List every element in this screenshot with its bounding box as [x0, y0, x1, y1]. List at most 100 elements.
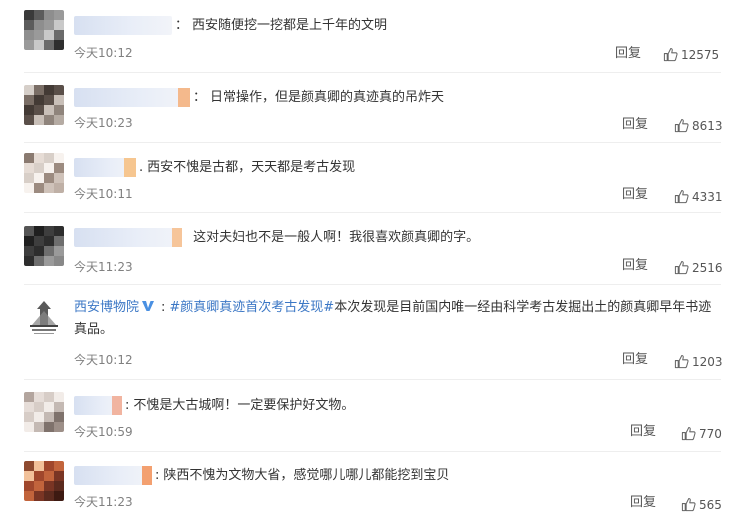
- reply-button[interactable]: 回复: [630, 424, 656, 440]
- avatar-pixel: [24, 40, 34, 50]
- like-count: 565: [699, 498, 722, 512]
- avatar-pixel: [54, 481, 64, 491]
- reply-button[interactable]: 回复: [630, 495, 656, 511]
- like-count: 770: [699, 427, 722, 441]
- avatar[interactable]: [24, 392, 64, 432]
- comment-time: 今天10:11: [74, 187, 133, 201]
- avatar-pixel: [24, 226, 34, 236]
- comment-text: 这对夫妇也不是一般人啊！我很喜欢颜真卿的字。: [193, 230, 480, 245]
- reply-button[interactable]: 回复: [615, 46, 641, 62]
- avatar-pixel: [44, 412, 54, 422]
- avatar-pixel: [24, 163, 34, 173]
- avatar-pixel: [54, 412, 64, 422]
- avatar-pixel: [24, 481, 34, 491]
- avatar-pixel: [54, 392, 64, 402]
- avatar-pixel: [54, 173, 64, 183]
- avatar-pixel: [34, 115, 44, 125]
- comment-time: 今天10:12: [74, 353, 133, 367]
- avatar-pixel: [44, 236, 54, 246]
- avatar[interactable]: [24, 10, 64, 50]
- avatar-pixel: [24, 95, 34, 105]
- avatar-pixel: [44, 471, 54, 481]
- avatar-pixel: [54, 95, 64, 105]
- avatar[interactable]: [24, 85, 64, 125]
- masked-username[interactable]: [74, 16, 172, 35]
- avatar-pixel: [24, 236, 34, 246]
- avatar-pixel: [54, 153, 64, 163]
- like-count: 1203: [692, 355, 723, 369]
- masked-username[interactable]: [74, 396, 122, 415]
- avatar-pixel: [44, 115, 54, 125]
- like-button[interactable]: 565: [681, 497, 722, 513]
- avatar[interactable]: [24, 153, 64, 193]
- avatar[interactable]: [24, 226, 64, 266]
- avatar-pixel: [54, 20, 64, 30]
- like-button[interactable]: 4331: [674, 189, 723, 205]
- topic-hashtag-link[interactable]: #颜真卿真迹首次考古发现#: [169, 300, 334, 315]
- comment-time: 今天10:12: [74, 46, 133, 60]
- avatar-pixel: [34, 153, 44, 163]
- masked-username[interactable]: [74, 466, 152, 485]
- avatar-pixel: [44, 30, 54, 40]
- avatar-pixel: [44, 183, 54, 193]
- avatar-pixel: [54, 163, 64, 173]
- avatar-pixel: [54, 85, 64, 95]
- username-link[interactable]: 西安博物院: [74, 300, 139, 315]
- avatar-pixel: [54, 491, 64, 501]
- comment-time: 今天10:23: [74, 116, 133, 130]
- like-button[interactable]: 1203: [674, 354, 723, 370]
- masked-username[interactable]: [74, 88, 190, 107]
- comment-item: ：日常操作，但是颜真卿的真迹真的吊炸天 今天10:23 回复 8613: [0, 73, 735, 143]
- like-button[interactable]: 2516: [674, 260, 723, 276]
- avatar-pixel: [24, 491, 34, 501]
- avatar-pixel: [54, 30, 64, 40]
- museum-logo-avatar[interactable]: [24, 297, 64, 337]
- avatar-pixel: [44, 20, 54, 30]
- masked-username[interactable]: [74, 228, 182, 247]
- comment-time: 今天11:23: [74, 260, 133, 274]
- avatar-pixel: [54, 40, 64, 50]
- avatar-pixel: [54, 236, 64, 246]
- thumbs-up-icon: [663, 47, 678, 62]
- masked-username[interactable]: [74, 158, 136, 177]
- avatar-pixel: [34, 173, 44, 183]
- comment-item: 这对夫妇也不是一般人啊！我很喜欢颜真卿的字。 今天11:23 回复 2516: [0, 213, 735, 285]
- like-count: 8613: [692, 119, 723, 133]
- avatar-pixel: [34, 105, 44, 115]
- comment-time: 今天10:59: [74, 425, 133, 439]
- avatar-pixel: [54, 183, 64, 193]
- comment-time: 今天11:23: [74, 495, 133, 509]
- avatar-pixel: [34, 471, 44, 481]
- comment-item: : 陕西不愧为文物大省，感觉哪儿哪儿都能挖到宝贝 今天11:23 回复 565: [0, 452, 735, 526]
- avatar-pixel: [34, 10, 44, 20]
- thumbs-up-icon: [681, 426, 696, 441]
- reply-button[interactable]: 回复: [622, 258, 648, 274]
- avatar[interactable]: [24, 461, 64, 501]
- comment-text: 日常操作，但是颜真卿的真迹真的吊炸天: [210, 90, 445, 105]
- avatar-pixel: [24, 412, 34, 422]
- avatar-pixel: [24, 115, 34, 125]
- avatar-pixel: [44, 173, 54, 183]
- like-button[interactable]: 770: [681, 426, 722, 442]
- avatar-pixel: [34, 226, 44, 236]
- comment-feed: ：西安随便挖一挖都是上千年的文明 今天10:12 回复 12575 ：日常操作，…: [0, 0, 735, 526]
- avatar-pixel: [44, 256, 54, 266]
- avatar-pixel: [24, 471, 34, 481]
- museum-building-icon: [30, 301, 58, 334]
- reply-button[interactable]: 回复: [622, 187, 648, 203]
- avatar-pixel: [24, 246, 34, 256]
- like-button[interactable]: 12575: [663, 47, 719, 63]
- avatar-pixel: [24, 30, 34, 40]
- avatar-pixel: [24, 105, 34, 115]
- avatar-pixel: [44, 422, 54, 432]
- reply-button[interactable]: 回复: [622, 117, 648, 133]
- reply-button[interactable]: 回复: [622, 352, 648, 368]
- avatar-pixel: [34, 481, 44, 491]
- avatar-pixel: [54, 246, 64, 256]
- avatar-pixel: [34, 40, 44, 50]
- thumbs-up-icon: [681, 497, 696, 512]
- avatar-pixel: [24, 461, 34, 471]
- like-button[interactable]: 8613: [674, 118, 723, 134]
- avatar-pixel: [34, 392, 44, 402]
- avatar-pixel: [54, 422, 64, 432]
